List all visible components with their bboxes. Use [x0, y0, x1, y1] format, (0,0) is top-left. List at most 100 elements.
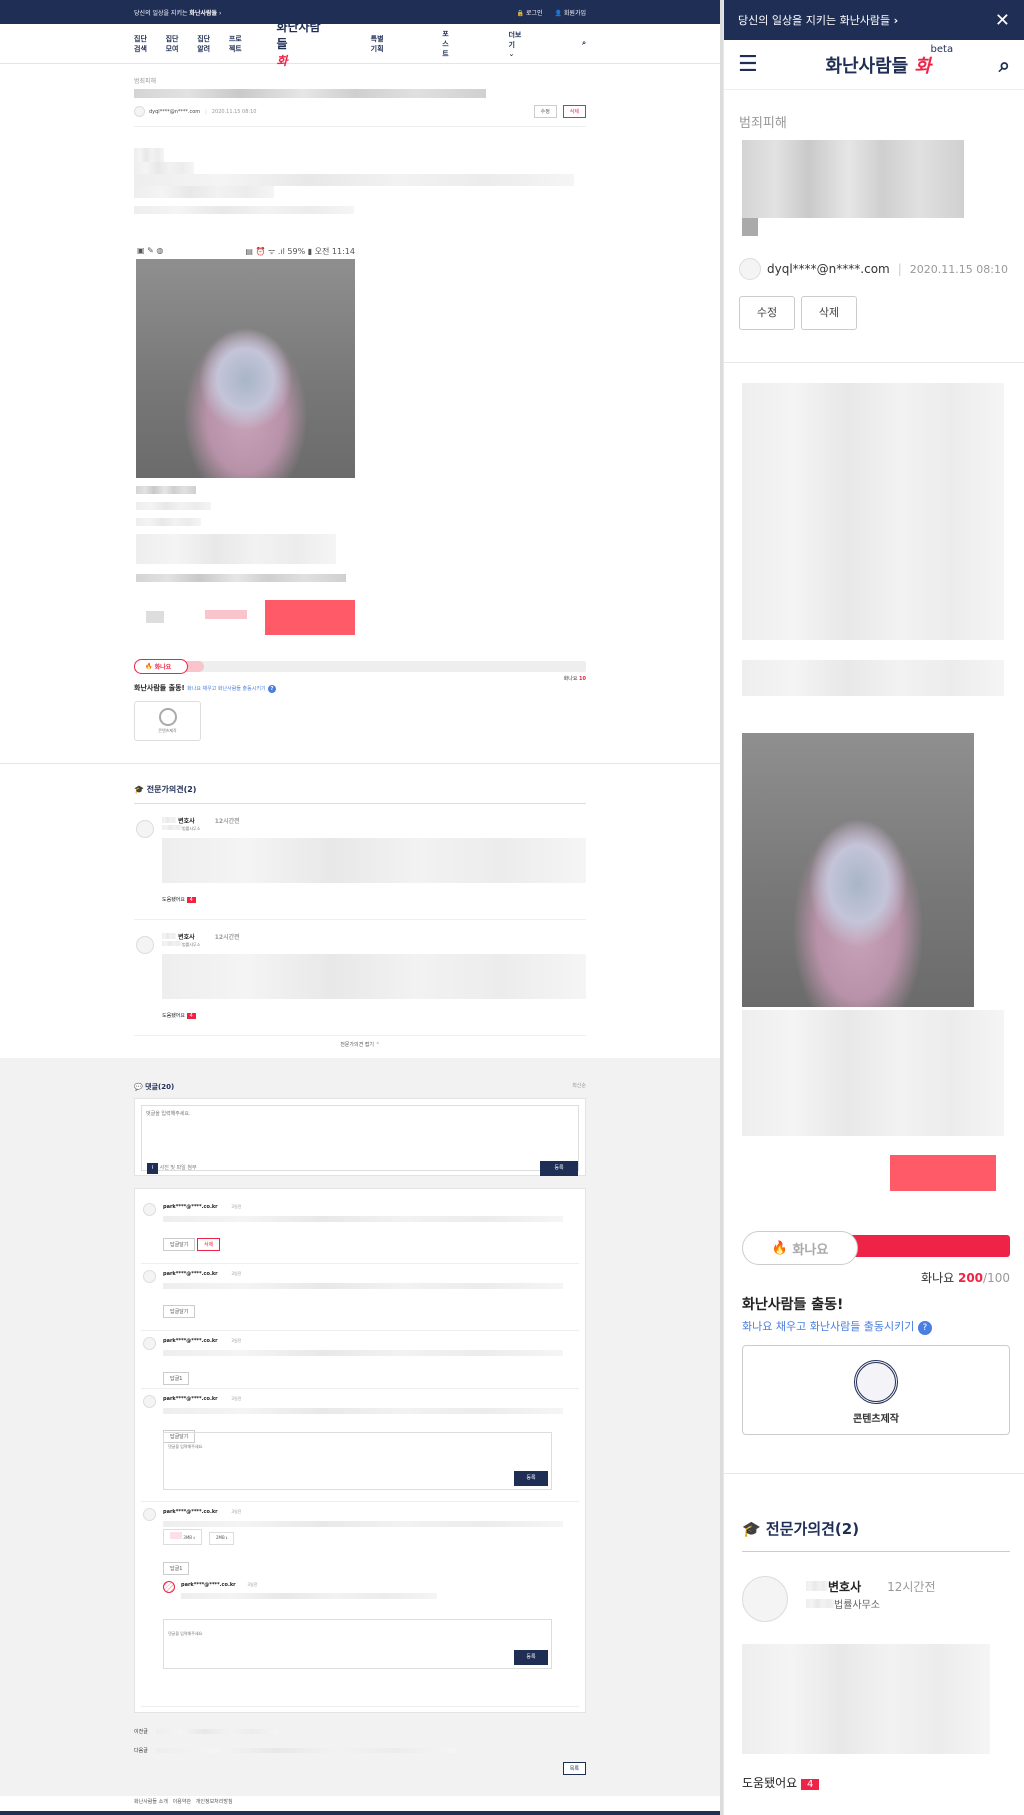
- reply-button[interactable]: 답글1: [163, 1562, 190, 1575]
- expert-role: 변호사: [178, 934, 195, 941]
- reply-time: 3일전: [247, 1582, 258, 1587]
- attach-button[interactable]: ⭱ 사진 및 파일 첨부: [147, 1163, 197, 1174]
- helpful-button[interactable]: 도움됐어요 4: [162, 896, 196, 903]
- lock-icon: 🔒: [516, 9, 525, 17]
- comment-avatar: [143, 1395, 156, 1408]
- list-button[interactable]: 목록: [562, 1762, 586, 1775]
- nav-item-special[interactable]: 특별기획: [371, 34, 385, 54]
- mobile-banner[interactable]: 당신의 일상을 지키는 화난사람들 › ✕: [724, 0, 1024, 40]
- mobile-beta: beta: [930, 43, 954, 55]
- chevron-right-icon: ›: [893, 14, 899, 27]
- next-post[interactable]: 다음글: [134, 1747, 586, 1754]
- help-icon[interactable]: ?: [917, 1321, 932, 1335]
- nav-item-inform[interactable]: 집단알려: [197, 34, 211, 54]
- hwanayo-count: 화나요 10: [134, 675, 586, 682]
- post-image-blurred[interactable]: [136, 259, 355, 478]
- footer-link-about[interactable]: 화난사람들 소개: [134, 1799, 168, 1805]
- blurred-line: [136, 502, 211, 510]
- download-icon: ⭳: [193, 1535, 195, 1540]
- blurred-line: [136, 574, 346, 582]
- mobile-hwanayo-subtitle: 화나요 채우고 화난사람들 출동시키기 ?: [742, 1318, 1010, 1335]
- reply-input[interactable]: [168, 1444, 468, 1449]
- comment-submit-button[interactable]: 등록: [540, 1161, 578, 1176]
- mobile-logo[interactable]: 화난사람들 화 beta: [825, 44, 953, 78]
- expert-time: 12시간전: [214, 934, 240, 941]
- reply-submit-button[interactable]: 등록: [514, 1471, 548, 1486]
- login-link[interactable]: 🔒 로그인: [517, 8, 543, 17]
- footer-link-privacy[interactable]: 개인정보처리방침: [196, 1799, 233, 1805]
- hwanayo-gauge: 🔥 화나요 화나요 10 화난사람들 출동! 화나요 채우고 화난사람들 출동시…: [134, 659, 586, 741]
- hwanayo-title: 화난사람들 출동! 화나요 채우고 화난사람들 출동시키기 ?: [134, 683, 586, 693]
- top-banner[interactable]: 당신의 일상을 지키는 화난사람들 › 🔒 로그인 👤 회원가입: [0, 0, 720, 24]
- help-icon[interactable]: ?: [267, 685, 276, 693]
- logo-text: 화난사람들: [276, 20, 321, 51]
- mobile-image-blurred[interactable]: [742, 733, 974, 1007]
- blurred-line: [134, 174, 574, 186]
- reply-button[interactable]: 답글1: [163, 1372, 190, 1385]
- mobile-count-max: /100: [983, 1271, 1010, 1285]
- mobile-delete-button[interactable]: 삭제: [801, 296, 857, 330]
- download-icon: ⭳: [226, 1535, 228, 1540]
- blurred-line: [134, 162, 194, 174]
- nav-item-post[interactable]: 포스트: [442, 29, 452, 59]
- mobile-badge-card[interactable]: 콘텐츠제작: [742, 1345, 1010, 1435]
- expert-org: 법률사무소: [182, 826, 201, 831]
- search-icon[interactable]: ⌕: [582, 39, 586, 48]
- comment-delete-button[interactable]: 삭제: [197, 1238, 221, 1251]
- nav-item-project[interactable]: 프로젝트: [229, 34, 243, 54]
- mobile-hwanayo-count: 화나요 200/100: [742, 1269, 1010, 1286]
- login-label: 로그인: [525, 9, 543, 17]
- delete-button[interactable]: 삭제: [562, 105, 586, 118]
- mobile-hwanayo-button[interactable]: 🔥 화나요: [742, 1231, 858, 1265]
- nav-item-more[interactable]: 더보기 ⌄: [508, 30, 542, 58]
- mobile-search-icon[interactable]: ⌕: [999, 53, 1010, 77]
- seal-icon: [854, 1360, 898, 1404]
- comment-text-blurred: [163, 1283, 563, 1289]
- comment-time: 3일전: [231, 1271, 242, 1276]
- nav-item-search-group[interactable]: 집단검색: [134, 34, 148, 54]
- hwanayo-subtitle: 화나요 채우고 화난사람들 출동시키기: [187, 686, 266, 692]
- nav-item-gather[interactable]: 집단모여: [166, 34, 180, 54]
- menu-icon[interactable]: ☰: [738, 52, 758, 77]
- expert-text-blurred: [162, 954, 586, 999]
- footer: 화난사람들 소개 이용약관 개인정보처리방침: [0, 1796, 720, 1815]
- page: 당신의 일상을 지키는 화난사람들 › 🔒 로그인 👤 회원가입 집단검색 집단…: [0, 0, 1024, 1815]
- expert-fold-button[interactable]: 전문가의견 접기 ⌃: [134, 1041, 586, 1048]
- phone-status-bar: ▣ ✎ ◍ ▤ ⏰ ᯤ .ıl 59% ▮ 오전 11:14: [137, 246, 355, 257]
- image-action-blurred: [265, 600, 355, 635]
- footer-link-terms[interactable]: 이용약관: [173, 1799, 191, 1805]
- chevron-up-icon: ⌃: [375, 1042, 380, 1048]
- mobile-action-blurred: [890, 1155, 996, 1191]
- comment-input[interactable]: [141, 1105, 579, 1171]
- post-body-blurred: [134, 148, 586, 214]
- mobile-author-row: dyql****@n****.com | 2020.11.15 08:10: [739, 258, 1008, 280]
- expert-time: 12시간전: [214, 818, 240, 825]
- reply-submit-button[interactable]: 등록: [514, 1650, 548, 1665]
- reply-button[interactable]: 답글달기: [163, 1238, 196, 1251]
- status-icons: ▣ ✎ ◍: [137, 246, 164, 255]
- post-header: 범죄피해 dyql****@n****.com | 2020.11.15 08:…: [134, 76, 586, 127]
- helpful-button[interactable]: 도움됐어요 4: [162, 1012, 196, 1019]
- mobile-body-blurred: [742, 383, 1004, 640]
- expert-title-text: 전문가의견(2): [146, 785, 197, 794]
- signup-link[interactable]: 👤 회원가입: [555, 8, 587, 17]
- mobile-category: 범죄피해: [739, 116, 787, 131]
- site-logo[interactable]: 화난사람들 화 beta: [276, 12, 346, 69]
- post-date: 2020.11.15 08:10: [211, 108, 257, 115]
- reply-input[interactable]: [168, 1631, 468, 1636]
- hwanayo-count-value: 10: [579, 676, 586, 682]
- mobile-edit-button[interactable]: 수정: [739, 296, 795, 330]
- close-icon[interactable]: ✕: [995, 10, 1010, 31]
- reply-button[interactable]: 답글달기: [163, 1305, 196, 1318]
- comments-sort[interactable]: 최신순: [572, 1082, 586, 1092]
- attachment-file[interactable]: 2MB ⭳: [209, 1532, 235, 1545]
- prev-post[interactable]: 이전글: [134, 1728, 586, 1735]
- attachment-file[interactable]: 3MB ⭳: [163, 1529, 202, 1545]
- content-badge-card[interactable]: 콘텐츠제작: [134, 701, 201, 741]
- comment-icon: 💬: [134, 1083, 143, 1091]
- hwanayo-button[interactable]: 🔥 화나요: [134, 659, 188, 674]
- reply-compose: 등록: [163, 1432, 552, 1490]
- author-avatar: [739, 258, 761, 280]
- mobile-helpful-button[interactable]: 도움됐어요 4: [742, 1774, 820, 1791]
- edit-button[interactable]: 수정: [533, 105, 557, 118]
